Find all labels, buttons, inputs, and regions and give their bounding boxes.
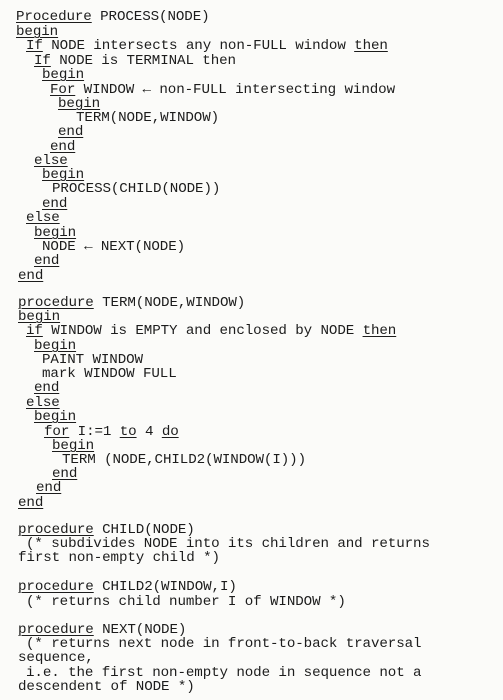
code-line: end (52, 467, 77, 481)
keyword: Procedure (16, 9, 92, 25)
code-line: (* returns child number I of WINDOW *) (26, 595, 346, 609)
keyword: do (161, 424, 179, 440)
keyword: else (26, 210, 60, 226)
code-line: NODE ← NEXT(NODE) (42, 240, 185, 254)
code-line: begin (52, 439, 94, 453)
code-line: procedure CHILD2(WINDOW,I) (18, 580, 237, 594)
keyword: end (34, 253, 60, 269)
pseudocode-page: Procedure PROCESS(NODE) begin If NODE inte… (0, 0, 503, 700)
code-line: begin (18, 310, 60, 324)
code-line: begin (16, 25, 58, 39)
code-text: CHILD2(WINDOW,I) (93, 579, 237, 595)
code-line: for I:=1 to 4 do (44, 425, 179, 439)
code-line: else (34, 154, 68, 168)
code-text: descendent of NODE *) (18, 679, 195, 695)
code-line: end (18, 269, 43, 283)
code-text: sequence, (18, 650, 94, 666)
code-text: mark WINDOW FULL (42, 366, 177, 382)
code-line: TERM(NODE,WINDOW) (76, 111, 219, 125)
code-text: (* returns child number I of WINDOW *) (26, 594, 346, 610)
code-line: begin (42, 168, 84, 182)
code-line: procedure NEXT(NODE) (18, 623, 186, 637)
code-line: For WINDOW ← non-FULL intersecting windo… (50, 83, 395, 97)
code-line: begin (42, 68, 84, 82)
code-line: sequence, (18, 651, 94, 665)
code-line: If NODE intersects any non-FULL window t… (26, 39, 388, 53)
code-text: first non-empty child *) (18, 550, 220, 566)
code-text: TERM (NODE,CHILD2(WINDOW(I))) (62, 452, 307, 468)
code-line: mark WINDOW FULL (42, 367, 177, 381)
code-text: 4 (136, 424, 162, 440)
code-text: PROCESS(CHILD(NODE)) (52, 181, 221, 197)
code-line: end (50, 140, 75, 154)
code-line: i.e. the first non-empty node in sequenc… (26, 666, 422, 680)
code-line: else (26, 211, 60, 225)
code-line: If NODE is TERMINAL then (34, 54, 236, 68)
code-text: WINDOW ← non-FULL intersecting window (75, 82, 395, 98)
code-line: end (58, 125, 83, 139)
code-line: begin (58, 97, 100, 111)
code-line: procedure CHILD(NODE) (18, 523, 195, 537)
keyword: If (26, 38, 43, 54)
keyword: end (18, 495, 44, 511)
code-line: descendent of NODE *) (18, 680, 195, 694)
code-text: NODE intersects any non-FULL window (42, 38, 355, 54)
code-line: PAINT WINDOW (42, 353, 143, 367)
keyword: if (26, 323, 43, 339)
keyword: end (36, 480, 62, 496)
code-line: (* subdivides NODE into its children and… (26, 537, 430, 551)
code-line: begin (34, 339, 76, 353)
code-line: (* returns next node in front-to-back tr… (26, 637, 422, 651)
keyword: begin (42, 67, 85, 83)
code-line: first non-empty child *) (18, 551, 220, 565)
keyword: to (119, 424, 137, 440)
code-line: end (18, 496, 43, 510)
code-line: procedure TERM(NODE,WINDOW) (18, 296, 245, 310)
code-line: begin (34, 226, 76, 240)
keyword: then (362, 323, 397, 339)
keyword: end (34, 380, 60, 396)
code-line: begin (34, 410, 76, 424)
keyword: procedure (18, 579, 94, 595)
code-text: TERM(NODE,WINDOW) (93, 295, 246, 311)
code-text: PROCESS(NODE) (91, 9, 210, 25)
code-line: PROCESS(CHILD(NODE)) (52, 182, 220, 196)
keyword: end (58, 124, 84, 140)
keyword: then (354, 38, 388, 54)
code-text: WINDOW is EMPTY and enclosed by NODE (42, 323, 363, 339)
code-line: end (42, 197, 67, 211)
code-line: TERM (NODE,CHILD2(WINDOW(I))) (62, 453, 306, 467)
code-line: end (34, 381, 59, 395)
code-line: end (34, 254, 59, 268)
keyword: begin (34, 409, 77, 425)
code-line: Procedure PROCESS(NODE) (16, 10, 210, 24)
keyword: end (18, 268, 44, 284)
code-line: else (26, 396, 60, 410)
code-text: NODE ← NEXT(NODE) (42, 239, 186, 255)
code-line: if WINDOW is EMPTY and enclosed by NODE … (26, 324, 396, 338)
code-text: TERM(NODE,WINDOW) (76, 110, 220, 126)
code-line: end (36, 481, 61, 495)
